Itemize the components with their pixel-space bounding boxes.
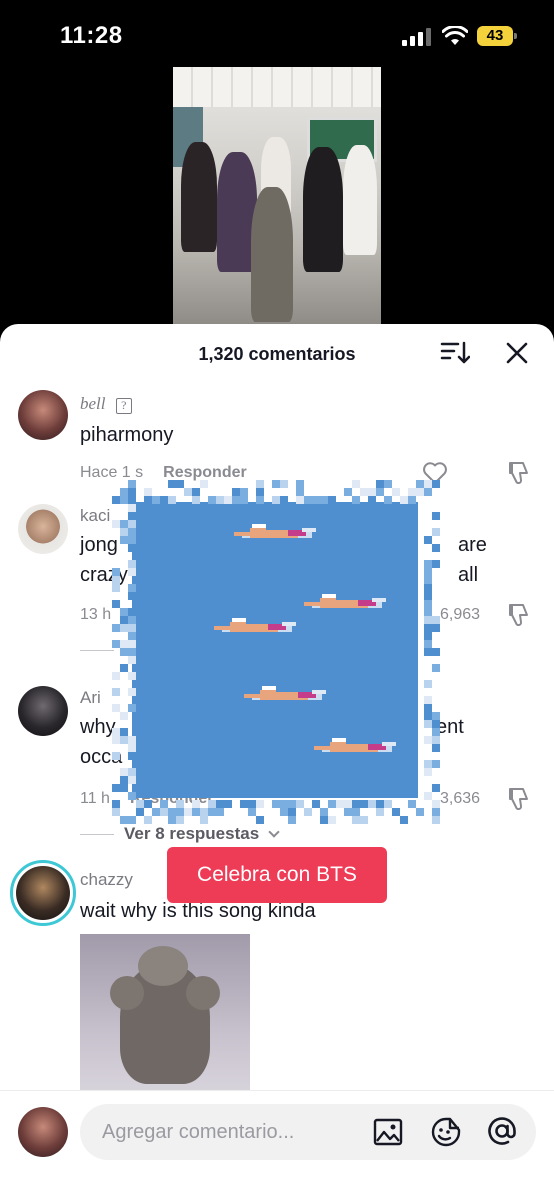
comments-header: 1,320 comentarios [0,324,554,384]
swimmer [234,524,316,538]
comment-username[interactable]: chazzy [80,870,133,890]
comment-input-placeholder: Agregar comentario... [102,1121,295,1143]
dislike-icon[interactable] [506,602,532,628]
chevron-down-icon [268,826,280,838]
comment-time: Hace 1 s [80,464,144,481]
avatar[interactable] [18,686,68,736]
avatar [18,1107,68,1157]
status-bar: 11:28 43 [0,0,554,70]
wifi-icon [442,26,468,45]
view-replies-button[interactable]: Ver 8 respuestas [80,824,280,844]
status-time: 11:28 [60,22,123,49]
comment-input-bar: Agregar comentario... [0,1090,554,1200]
battery-icon: 43 [477,26,517,46]
comment-username[interactable]: bell ? [80,394,132,414]
sort-icon[interactable] [440,340,470,366]
like-count: 6,963 [440,606,481,623]
swimmers-illustration [214,524,396,752]
like-count: 3,636 [440,790,481,807]
avatar[interactable] [18,504,68,554]
swimmer [214,618,296,632]
swimmer [304,594,386,608]
video-preview[interactable] [173,67,381,326]
dislike-icon[interactable] [506,460,532,486]
close-icon[interactable] [504,340,530,366]
swimmers-sticker[interactable] [112,480,440,824]
translate-icon[interactable]: ? [115,398,132,414]
comments-count-title: 1,320 comentarios [198,344,356,364]
swimmer [314,738,396,752]
comment-input[interactable]: Agregar comentario... [80,1104,536,1160]
divider [80,650,114,651]
comment-username[interactable]: kaci [80,506,110,526]
reply-button[interactable]: Responder [163,464,247,481]
avatar[interactable] [10,860,76,926]
comment-gif[interactable] [80,934,250,1094]
swimmer [244,686,326,700]
comment-username[interactable]: Ari [80,688,101,708]
comment-text: piharmony [80,424,174,446]
comment-time: 11 h [80,790,110,807]
image-icon[interactable] [373,1118,403,1146]
comment-time: 13 h [80,606,112,623]
cellular-signal-icon [402,28,431,46]
avatar[interactable] [18,390,68,440]
dislike-icon[interactable] [506,786,532,812]
mention-icon[interactable] [486,1115,518,1147]
celebrate-bts-button[interactable]: Celebra con BTS [167,847,387,903]
emoji-icon[interactable] [430,1116,462,1148]
